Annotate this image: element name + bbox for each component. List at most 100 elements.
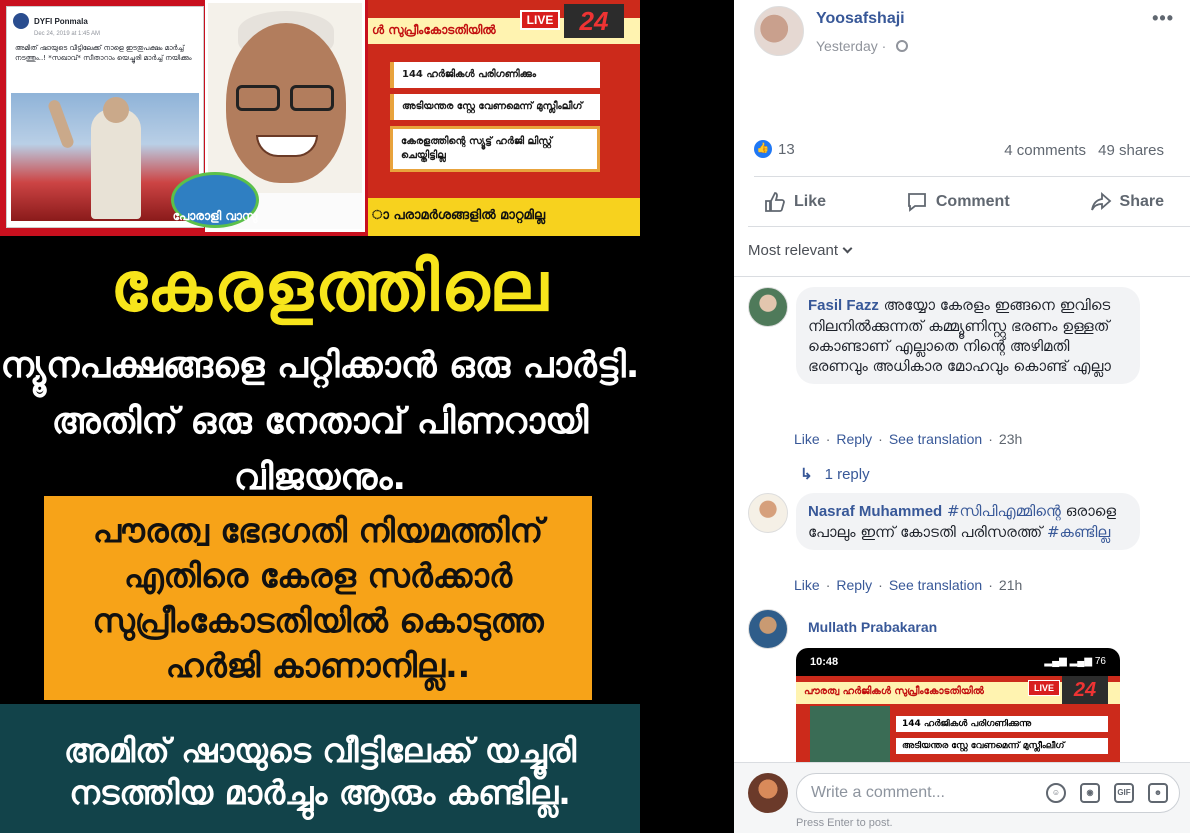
comment-reply-link[interactable]: Reply xyxy=(836,577,872,593)
composer-icons: ☺ ◉ GIF ☻ xyxy=(1032,783,1168,803)
see-translation-link[interactable]: See translation xyxy=(889,577,982,593)
embedded-post-text: അമിത് ഷായുടെ വീട്ടിലേക്ക് നാളെ ഇടതുപക്ഷം… xyxy=(15,44,192,62)
person-head xyxy=(103,97,129,123)
live-badge: LIVE xyxy=(1028,680,1060,696)
mini-news-photo xyxy=(810,706,890,768)
thumbs-up-icon xyxy=(765,192,785,212)
press-enter-hint: Press Enter to post. xyxy=(796,817,893,829)
channel-logo: 24 xyxy=(1062,676,1108,704)
comment-sort-dropdown[interactable]: Most relevant xyxy=(748,242,853,259)
commenter-avatar[interactable] xyxy=(748,493,788,533)
dot-separator: · xyxy=(881,38,891,54)
phone-status-time: 10:48 xyxy=(810,656,839,668)
news-item: അടിയന്തര സ്റ്റേ വേണമെന്ന് മുസ്ലീംലീഗ് xyxy=(390,94,600,120)
dot-separator: · xyxy=(825,431,831,447)
post-side-panel: Yoosafshaji Yesterday · ••• 👍 13 4 comme… xyxy=(734,0,1190,833)
divider xyxy=(754,176,1190,177)
like-button[interactable]: Like xyxy=(754,191,836,213)
live-badge: LIVE xyxy=(520,10,560,30)
portrait-glasses-right xyxy=(290,85,334,111)
more-options-icon[interactable]: ••• xyxy=(1152,8,1174,29)
comment-time[interactable]: 21h xyxy=(999,577,1022,593)
comment-actions: Like · Reply · See translation · 21h xyxy=(794,577,1022,593)
dot-separator: · xyxy=(878,431,883,447)
hashtag-link[interactable]: #കണ്ടില്ല xyxy=(1047,523,1110,541)
comment-label: Comment xyxy=(935,193,1010,210)
dot-separator: · xyxy=(988,431,993,447)
commenter-name[interactable]: Nasraf Muhammed xyxy=(808,503,942,520)
news-item: 144 ഹർജികൾ പരിഗണിക്കും xyxy=(390,62,600,88)
current-user-avatar[interactable] xyxy=(748,773,788,813)
comment-attached-image[interactable]: 10:48 ▂▄▆ ▂▄▆ 76 പൗരത്വ ഹർജികൾ സുപ്രീംകോ… xyxy=(796,648,1120,768)
shares-count[interactable]: 49 shares xyxy=(1098,142,1164,159)
comment-like-link[interactable]: Like xyxy=(794,577,820,593)
raised-fist xyxy=(46,98,76,150)
commenter-name[interactable]: Mullath Prabakaran xyxy=(808,619,937,635)
post-timestamp[interactable]: Yesterday · xyxy=(816,38,909,54)
embedded-post-avatar xyxy=(13,13,29,29)
poster-name[interactable]: Yoosafshaji xyxy=(816,10,905,28)
poster-avatar[interactable] xyxy=(754,6,804,56)
embedded-post-name: DYFI Ponmala xyxy=(34,16,88,26)
reaction-summary[interactable]: 👍 13 xyxy=(754,140,795,158)
view-replies-link[interactable]: ↳ 1 reply xyxy=(800,465,870,483)
commenter-name[interactable]: Fasil Fazz xyxy=(808,297,879,314)
share-icon xyxy=(1090,192,1111,211)
news-header: ൾ സുപ്രീംകോടതിയിൽ xyxy=(372,23,496,37)
replies-label: 1 reply xyxy=(824,466,870,483)
sort-label: Most relevant xyxy=(748,242,839,259)
news-footer: ാ പരാമർശങ്ങളിൽ മാറ്റമില്ല xyxy=(372,208,546,223)
dot-separator: · xyxy=(988,577,993,593)
orange-callout: പൗരത്വ ഭേദഗതി നിയമത്തിന് എതിരെ കേരള സർക്… xyxy=(44,496,592,700)
comment-button[interactable]: Comment xyxy=(896,191,1020,213)
see-translation-link[interactable]: See translation xyxy=(889,431,982,447)
share-button[interactable]: Share xyxy=(1080,191,1174,213)
badge-label: പോരാളി വാസു xyxy=(172,209,258,223)
like-reaction-icon: 👍 xyxy=(754,140,772,158)
post-header: Yoosafshaji Yesterday · ••• xyxy=(754,4,1174,60)
comment-reply-link[interactable]: Reply xyxy=(836,431,872,447)
gif-icon[interactable]: GIF xyxy=(1114,783,1134,803)
photo-viewer: DYFI Ponmala Dec 24, 2019 at 1:45 AM അമി… xyxy=(0,0,1190,833)
headline: കേരളത്തിലെ xyxy=(110,248,550,327)
news-ticker-bottom: ാ പരാമർശങ്ങളിൽ മാറ്റമില്ല xyxy=(368,198,640,236)
globe-icon xyxy=(896,40,909,52)
divider xyxy=(748,226,1190,227)
commenter-avatar[interactable] xyxy=(748,609,788,649)
mini-news-item: അടിയന്തര സ്റ്റേ വേണമെന്ന് മുസ്ലീംലീഗ് xyxy=(896,738,1108,754)
channel-logo: 24 xyxy=(564,4,624,38)
comment-actions: Like · Reply · See translation · 23h xyxy=(794,431,1022,447)
comment-composer: Write a comment... ☺ ◉ GIF ☻ Press Enter… xyxy=(734,762,1190,833)
comments-count[interactable]: 4 comments xyxy=(1004,142,1086,159)
teal-callout: അമിത് ഷായുടെ വീട്ടിലേക്ക് യച്ചൂരി നടത്തി… xyxy=(0,704,640,833)
sticker-icon[interactable]: ☻ xyxy=(1148,783,1168,803)
reaction-count: 13 xyxy=(778,140,795,158)
post-image[interactable]: DYFI Ponmala Dec 24, 2019 at 1:45 AM അമി… xyxy=(0,0,734,833)
dot-separator: · xyxy=(878,577,883,593)
reply-arrow-icon: ↳ xyxy=(800,466,813,483)
comment-like-link[interactable]: Like xyxy=(794,431,820,447)
comment-icon xyxy=(907,193,926,212)
comments-list: Fasil Fazz അയ്യോ കേരളം ഇങ്ങനെ ഇവിടെ നിലന… xyxy=(734,276,1190,768)
post-time-label[interactable]: Yesterday xyxy=(816,38,878,54)
comment-bubble: Fasil Fazz അയ്യോ കേരളം ഇങ്ങനെ ഇവിടെ നിലന… xyxy=(796,287,1140,384)
image-collage: DYFI Ponmala Dec 24, 2019 at 1:45 AM അമി… xyxy=(0,0,640,236)
hashtag-link[interactable]: #സിപിഎമ്മിന്റെ xyxy=(947,502,1061,520)
post-stats: 4 comments 49 shares xyxy=(1004,142,1164,159)
post-action-bar: Like Comment Share xyxy=(754,180,1174,224)
news-screenshot: ൾ സുപ്രീംകോടതിയിൽ LIVE 24 144 ഹർജികൾ പരി… xyxy=(368,0,640,236)
phone-status-icons: ▂▄▆ ▂▄▆ 76 xyxy=(1044,656,1106,667)
emoji-icon[interactable]: ☺ xyxy=(1046,783,1066,803)
comment-bubble: Nasraf Muhammed #സിപിഎമ്മിന്റെ ഒരാളെ പോല… xyxy=(796,493,1140,550)
comment-time[interactable]: 23h xyxy=(999,431,1022,447)
mini-news-frame: പൗരത്വ ഹർജികൾ സുപ്രീംകോടതിയിൽ LIVE 24 14… xyxy=(796,676,1120,768)
commenter-avatar[interactable] xyxy=(748,287,788,327)
camera-icon[interactable]: ◉ xyxy=(1080,783,1100,803)
mini-news-item: 144 ഹർജികൾ പരിഗണിക്കുന്നു xyxy=(896,716,1108,732)
embedded-post-header: DYFI Ponmala xyxy=(7,7,203,31)
chevron-down-icon xyxy=(842,243,853,254)
share-label: Share xyxy=(1119,193,1164,210)
news-item: കേരളത്തിന്റെ സ്യൂട്ട് ഹർജി ലിസ്റ്റ് ചെയ്… xyxy=(390,126,600,172)
person-figure xyxy=(91,109,141,219)
portrait-glasses-left xyxy=(236,85,280,111)
